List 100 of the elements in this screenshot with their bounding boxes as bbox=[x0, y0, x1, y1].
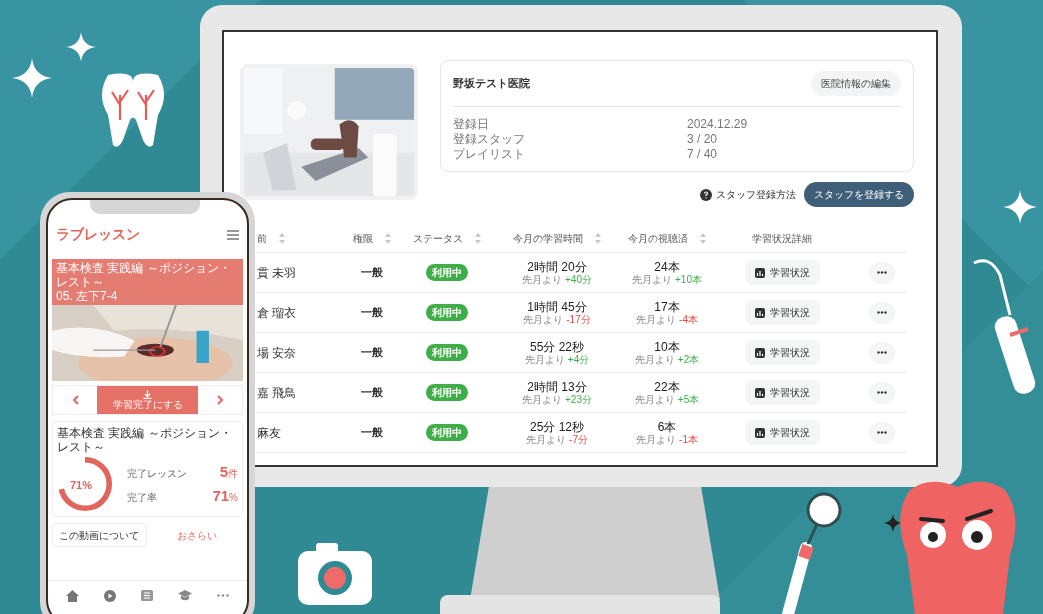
more-button[interactable] bbox=[869, 381, 895, 404]
study-status-button[interactable]: 学習状況 bbox=[744, 260, 820, 285]
watched-count: 22本 bbox=[654, 379, 680, 394]
more-icon bbox=[877, 431, 887, 434]
staff-name: 倉 瑠衣 bbox=[257, 304, 298, 322]
download-icon bbox=[143, 390, 152, 399]
home-icon[interactable] bbox=[66, 589, 80, 602]
field-label: プレイリスト bbox=[453, 147, 526, 161]
time-diff: +23分 bbox=[565, 393, 592, 406]
stat-unit: 件 bbox=[228, 466, 238, 481]
views-diff: -1本 bbox=[679, 433, 698, 446]
sparkle-icon bbox=[12, 58, 52, 98]
role-text: 一般 bbox=[361, 385, 383, 401]
role-text: 一般 bbox=[361, 425, 383, 441]
stat-value: 71 bbox=[212, 486, 230, 506]
study-time: 25分 12秒 bbox=[530, 419, 584, 434]
menu-icon[interactable] bbox=[227, 229, 239, 240]
staff-name: 嘉 飛鳥 bbox=[257, 384, 298, 402]
diff-label: 先月より bbox=[522, 393, 562, 406]
watched-count: 6本 bbox=[657, 419, 677, 434]
diff-label: 先月より bbox=[634, 393, 675, 406]
study-status-button[interactable]: 学習状況 bbox=[744, 420, 820, 445]
study-status-button[interactable]: 学習状況 bbox=[744, 300, 820, 325]
more-icon bbox=[877, 351, 887, 354]
content-tab[interactable]: この動画について bbox=[52, 523, 147, 547]
column-header: 前 bbox=[257, 232, 267, 246]
field-label: 登録日 bbox=[453, 117, 490, 131]
chart-icon bbox=[754, 267, 765, 278]
diff-label: 先月より bbox=[523, 313, 564, 326]
status-badge: 利用中 bbox=[426, 264, 468, 281]
status-badge: 利用中 bbox=[426, 424, 468, 441]
staff-name: 麻友 bbox=[257, 424, 282, 442]
staff-name: 場 安奈 bbox=[257, 344, 298, 362]
diff-label: 先月より bbox=[636, 433, 677, 446]
content-tab[interactable]: おさらい bbox=[150, 523, 243, 547]
column-header: 今月の学習時間 bbox=[513, 232, 583, 246]
status-badge: 利用中 bbox=[426, 304, 468, 321]
more-button[interactable] bbox=[869, 261, 895, 284]
banner-subtitle: 基本検査 実践編 ～ポジション・レスト～ bbox=[56, 261, 232, 289]
study-time: 55分 22秒 bbox=[530, 339, 584, 354]
sparkle-icon bbox=[66, 32, 96, 62]
more-button[interactable] bbox=[869, 341, 895, 364]
chevron-left-icon bbox=[71, 395, 79, 405]
playlist-icon[interactable] bbox=[141, 590, 153, 601]
watched-count: 24本 bbox=[654, 259, 680, 274]
play-icon[interactable] bbox=[104, 589, 117, 602]
status-badge: 利用中 bbox=[426, 384, 468, 401]
progress-percent: 71% bbox=[70, 478, 93, 493]
edit-clinic-button[interactable]: 医院情報の編集 bbox=[811, 71, 901, 96]
sparkle-icon bbox=[884, 514, 902, 532]
time-diff: +4分 bbox=[567, 353, 590, 366]
column-header: 学習状況詳細 bbox=[752, 232, 812, 246]
views-diff: +2本 bbox=[677, 353, 700, 366]
chart-icon bbox=[754, 347, 765, 358]
progress-ring bbox=[57, 456, 113, 512]
role-text: 一般 bbox=[361, 265, 383, 281]
diff-label: 先月より bbox=[526, 433, 567, 446]
diff-label: 先月より bbox=[522, 273, 562, 286]
field-value: 3 / 20 bbox=[687, 132, 718, 146]
field-value: 7 / 40 bbox=[687, 147, 718, 161]
register-staff-button[interactable]: スタッフを登録する bbox=[804, 182, 914, 207]
study-status-button[interactable]: 学習状況 bbox=[744, 340, 820, 365]
column-header: 今月の視聴済 bbox=[628, 232, 688, 246]
diff-label: 先月より bbox=[634, 353, 675, 366]
time-diff: +40分 bbox=[565, 273, 592, 286]
chart-icon bbox=[754, 427, 765, 438]
graduation-cap-icon[interactable] bbox=[177, 590, 192, 601]
views-diff: -4本 bbox=[679, 313, 698, 326]
field-label: 登録スタッフ bbox=[453, 132, 526, 146]
more-icon bbox=[877, 271, 887, 274]
field-value: 2024.12.29 bbox=[687, 117, 748, 131]
staff-name: 貫 未羽 bbox=[257, 264, 298, 282]
stat-unit: % bbox=[229, 492, 238, 505]
sparkle-icon bbox=[1003, 190, 1037, 224]
study-time: 2時間 20分 bbox=[527, 259, 587, 274]
role-text: 一般 bbox=[361, 305, 383, 321]
views-diff: +10本 bbox=[675, 273, 702, 286]
diff-label: 先月より bbox=[636, 313, 677, 326]
more-icon[interactable] bbox=[216, 594, 229, 597]
role-text: 一般 bbox=[361, 345, 383, 361]
chevron-right-icon bbox=[216, 395, 224, 405]
column-header: ステータス bbox=[413, 232, 463, 246]
help-link[interactable]: スタッフ登録方法 bbox=[716, 187, 796, 202]
time-diff: -17分 bbox=[566, 313, 591, 326]
camera-icon bbox=[298, 543, 372, 605]
more-button[interactable] bbox=[869, 301, 895, 324]
study-status-button[interactable]: 学習状況 bbox=[744, 380, 820, 405]
help-icon bbox=[700, 188, 712, 201]
status-badge: 利用中 bbox=[426, 344, 468, 361]
more-icon bbox=[877, 311, 887, 314]
column-header: 権限 bbox=[353, 232, 373, 246]
diff-label: 先月より bbox=[524, 353, 565, 366]
watched-count: 17本 bbox=[654, 299, 680, 314]
more-button[interactable] bbox=[869, 421, 895, 444]
stat-value: 5 bbox=[219, 461, 228, 482]
stat-label: 完了レッスン bbox=[127, 466, 187, 481]
study-time: 2時間 13分 bbox=[527, 379, 587, 394]
views-diff: +5本 bbox=[677, 393, 700, 406]
banner-title: 05. 左下7-4 bbox=[56, 289, 119, 303]
chart-icon bbox=[754, 387, 765, 398]
